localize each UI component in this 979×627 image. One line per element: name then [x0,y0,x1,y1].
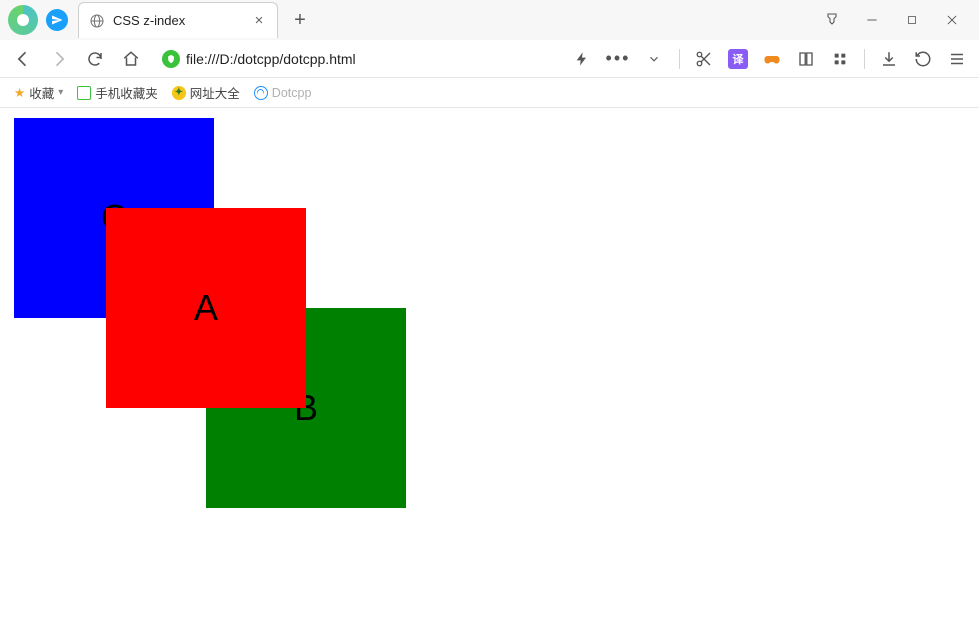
site-security-icon[interactable] [162,50,180,68]
address-bar[interactable]: file:///D:/dotcpp/dotcpp.html [156,47,557,71]
quick-launch-icon[interactable] [46,9,68,31]
menu-icon[interactable] [947,49,967,69]
window-titlebar: CSS z-index × + [0,0,979,40]
url-text: file:///D:/dotcpp/dotcpp.html [186,51,356,67]
bookmark-favorites[interactable]: ★ 收藏 ▾ [10,81,67,104]
page-viewport: C A B [0,108,979,627]
browser-logo-icon [8,5,38,35]
dotcpp-icon [254,86,268,100]
bookmark-label: 收藏 [29,83,54,102]
back-button[interactable] [12,48,34,70]
grid-icon[interactable] [830,49,850,69]
minimize-button[interactable] [863,11,881,29]
maximize-button[interactable] [903,11,921,29]
close-tab-button[interactable]: × [251,13,267,29]
translate-icon[interactable]: 译 [728,49,748,69]
separator [864,49,865,69]
bookmark-label: 网址大全 [190,83,240,102]
window-controls [805,11,979,29]
game-icon[interactable] [762,49,782,69]
bookmark-label: 手机收藏夹 [95,83,158,102]
star-icon: ★ [14,85,25,100]
home-button[interactable] [120,48,142,70]
browser-tab[interactable]: CSS z-index × [78,2,278,38]
bookmark-bar: ★ 收藏 ▾ 手机收藏夹 ✦ 网址大全 Dotcpp [0,78,979,108]
box-a: A [106,208,306,408]
separator [679,49,680,69]
restore-icon[interactable] [913,49,933,69]
reload-button[interactable] [84,48,106,70]
site-icon: ✦ [172,86,186,100]
navigation-bar: file:///D:/dotcpp/dotcpp.html ••• 译 [0,40,979,78]
globe-icon [89,13,105,29]
chevron-down-icon: ▾ [58,87,63,98]
tab-title: CSS z-index [113,13,243,28]
new-tab-button[interactable]: + [286,6,314,34]
chevron-down-icon[interactable] [643,48,665,70]
bookmark-mobile[interactable]: 手机收藏夹 [73,81,162,104]
forward-button[interactable] [48,48,70,70]
more-icon[interactable]: ••• [607,48,629,70]
bookmark-sites[interactable]: ✦ 网址大全 [168,81,244,104]
bookmark-label: Dotcpp [272,86,312,100]
close-window-button[interactable] [943,11,961,29]
phone-icon [77,86,91,100]
bookmark-dotcpp[interactable]: Dotcpp [250,84,316,102]
scissors-icon[interactable] [694,49,714,69]
lightning-icon[interactable] [571,48,593,70]
book-icon[interactable] [796,49,816,69]
pin-icon[interactable] [823,11,841,29]
download-icon[interactable] [879,49,899,69]
